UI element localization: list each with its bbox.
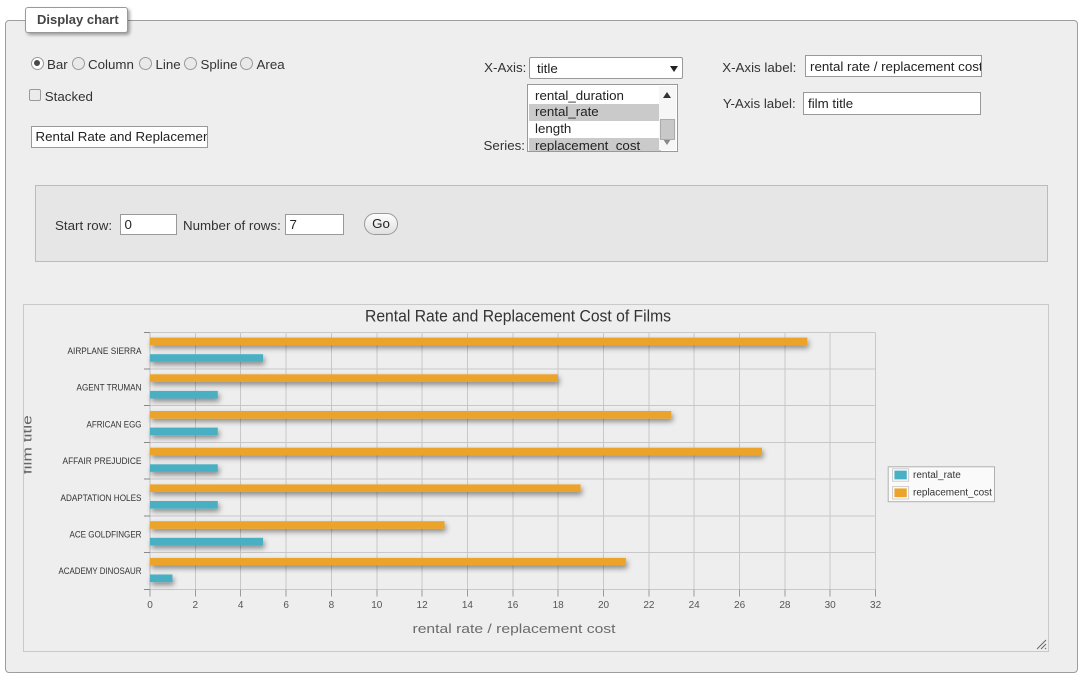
svg-text:22: 22: [643, 600, 655, 611]
svg-text:Rental Rate and Replacement Co: Rental Rate and Replacement Cost of Film…: [365, 307, 671, 326]
svg-text:18: 18: [553, 600, 565, 611]
svg-text:32: 32: [870, 600, 882, 611]
svg-text:film title: film title: [24, 415, 35, 474]
svg-text:AFRICAN EGG: AFRICAN EGG: [87, 419, 142, 429]
svg-text:replacement_cost: replacement_cost: [913, 488, 992, 499]
svg-text:ACE GOLDFINGER: ACE GOLDFINGER: [70, 530, 142, 540]
svg-text:AGENT TRUMAN: AGENT TRUMAN: [77, 383, 142, 393]
svg-text:10: 10: [371, 600, 383, 611]
svg-text:ACADEMY DINOSAUR: ACADEMY DINOSAUR: [59, 566, 142, 576]
svg-text:26: 26: [734, 600, 746, 611]
svg-text:24: 24: [689, 600, 701, 611]
svg-text:AIRPLANE SIERRA: AIRPLANE SIERRA: [68, 346, 142, 356]
svg-text:12: 12: [417, 600, 429, 611]
svg-text:AFFAIR PREJUDICE: AFFAIR PREJUDICE: [63, 456, 142, 466]
svg-text:6: 6: [283, 600, 289, 611]
svg-text:2: 2: [193, 600, 199, 611]
svg-text:8: 8: [329, 600, 335, 611]
svg-text:rental rate / replacement cost: rental rate / replacement cost: [413, 621, 616, 636]
svg-text:ADAPTATION HOLES: ADAPTATION HOLES: [61, 493, 142, 503]
svg-text:rental_rate: rental_rate: [913, 470, 961, 481]
svg-text:16: 16: [507, 600, 519, 611]
svg-text:20: 20: [598, 600, 610, 611]
svg-text:4: 4: [238, 600, 244, 611]
svg-text:28: 28: [779, 600, 791, 611]
svg-text:0: 0: [147, 600, 153, 611]
svg-text:14: 14: [462, 600, 474, 611]
svg-text:30: 30: [825, 600, 837, 611]
